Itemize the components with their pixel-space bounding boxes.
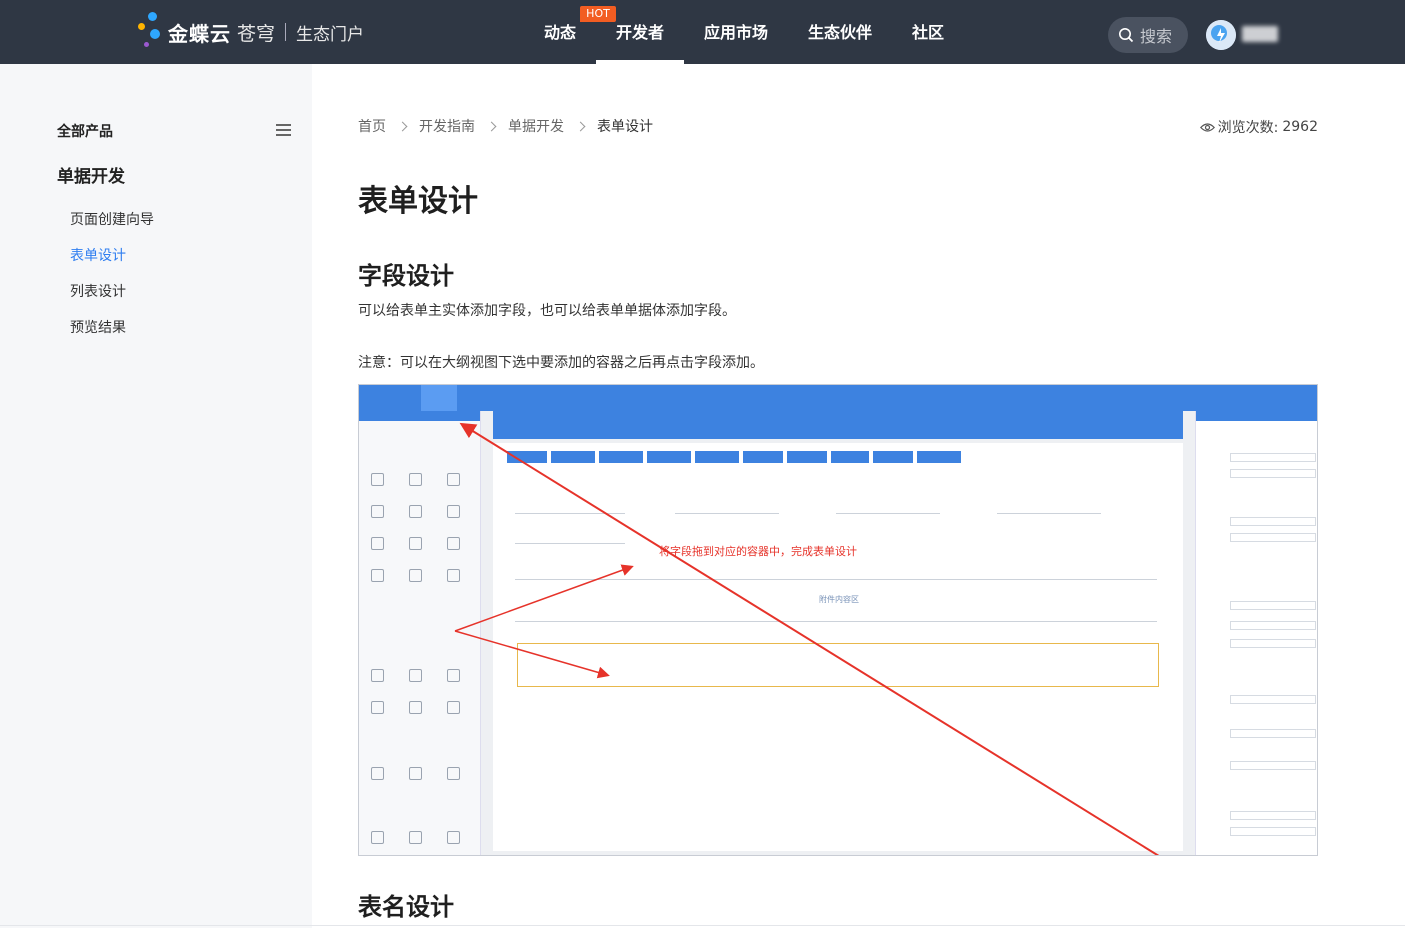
user-name-blurred[interactable] — [1242, 26, 1278, 42]
brand-name: 金蝶云 — [168, 21, 231, 46]
arrow-to-attachment — [454, 564, 634, 632]
user-avatar[interactable] — [1206, 20, 1236, 50]
nav-item-app-market[interactable]: 应用市场 — [698, 0, 774, 64]
brand-subname: 苍穹 — [237, 22, 276, 45]
avatar-image-icon — [1206, 20, 1236, 50]
breadcrumb-dev-guide[interactable]: 开发指南 — [419, 116, 475, 136]
breadcrumb-home[interactable]: 首页 — [358, 116, 386, 136]
sidebar-section-title: 单据开发 — [57, 167, 125, 187]
chevron-right-icon — [397, 121, 408, 131]
search-label: 搜索 — [1140, 27, 1173, 46]
chevron-right-icon — [575, 121, 586, 131]
chevron-right-icon — [486, 121, 497, 131]
view-count: 浏览次数: 2962 — [1199, 117, 1318, 137]
breadcrumb-current: 表单设计 — [597, 119, 653, 135]
section-heading-field-design: 字段设计 — [358, 262, 454, 290]
article-content: 首页 开发指南 单据开发 表单设计 浏览次数: 2962 表单设计 字段设计 可… — [312, 64, 1405, 928]
paragraph-note: 注意：可以在大纲视图下选中要添加的容器之后再点击字段添加。 — [358, 355, 764, 371]
view-count-value: 2962 — [1282, 119, 1318, 135]
top-navigation-bar: 金蝶云 苍穹 生态门户 动态 开发者 HOT 应用市场 生态伙伴 社区 搜索 — [0, 0, 1405, 64]
search-icon — [1119, 28, 1134, 43]
brand-logo[interactable]: 金蝶云 苍穹 生态门户 — [136, 12, 364, 52]
menu-toggle-icon[interactable] — [276, 124, 291, 137]
breadcrumb-bill-dev[interactable]: 单据开发 — [508, 116, 564, 136]
nav-item-news[interactable]: 动态 — [535, 0, 585, 64]
nav-item-community[interactable]: 社区 — [903, 0, 953, 64]
paragraph-field-intro: 可以给表单主实体添加字段，也可以给表单单据体添加字段。 — [358, 303, 736, 319]
sidebar-item-page-wizard[interactable]: 页面创建向导 — [70, 209, 154, 229]
page-title: 表单设计 — [358, 184, 478, 219]
sidebar-item-list-design[interactable]: 列表设计 — [70, 281, 126, 301]
all-products-label[interactable]: 全部产品 — [57, 121, 113, 141]
nav-item-partners[interactable]: 生态伙伴 — [802, 0, 878, 64]
sidebar — [0, 64, 312, 928]
view-count-label: 浏览次数: — [1217, 120, 1279, 136]
arrow-to-container — [454, 630, 610, 679]
page-bottom-divider — [0, 925, 1405, 926]
sidebar-item-preview[interactable]: 预览结果 — [70, 317, 126, 337]
arrow-diagonal — [459, 422, 1160, 855]
section-heading-table-name: 表名设计 — [358, 893, 454, 921]
annotation-arrows — [454, 422, 1160, 855]
eye-icon — [1199, 122, 1215, 132]
brand-portal-label: 生态门户 — [296, 24, 365, 45]
logo-mark-icon — [136, 12, 166, 52]
search-button[interactable]: 搜索 — [1108, 17, 1188, 53]
form-designer-screenshot[interactable]: 附件内容区 将字段拖到对应的容器中，完成表单设计 — [358, 384, 1318, 856]
breadcrumb: 首页 开发指南 单据开发 表单设计 — [358, 116, 653, 136]
brand-divider — [285, 23, 287, 41]
sidebar-item-form-design[interactable]: 表单设计 — [70, 245, 126, 265]
hot-badge: HOT — [580, 6, 616, 22]
